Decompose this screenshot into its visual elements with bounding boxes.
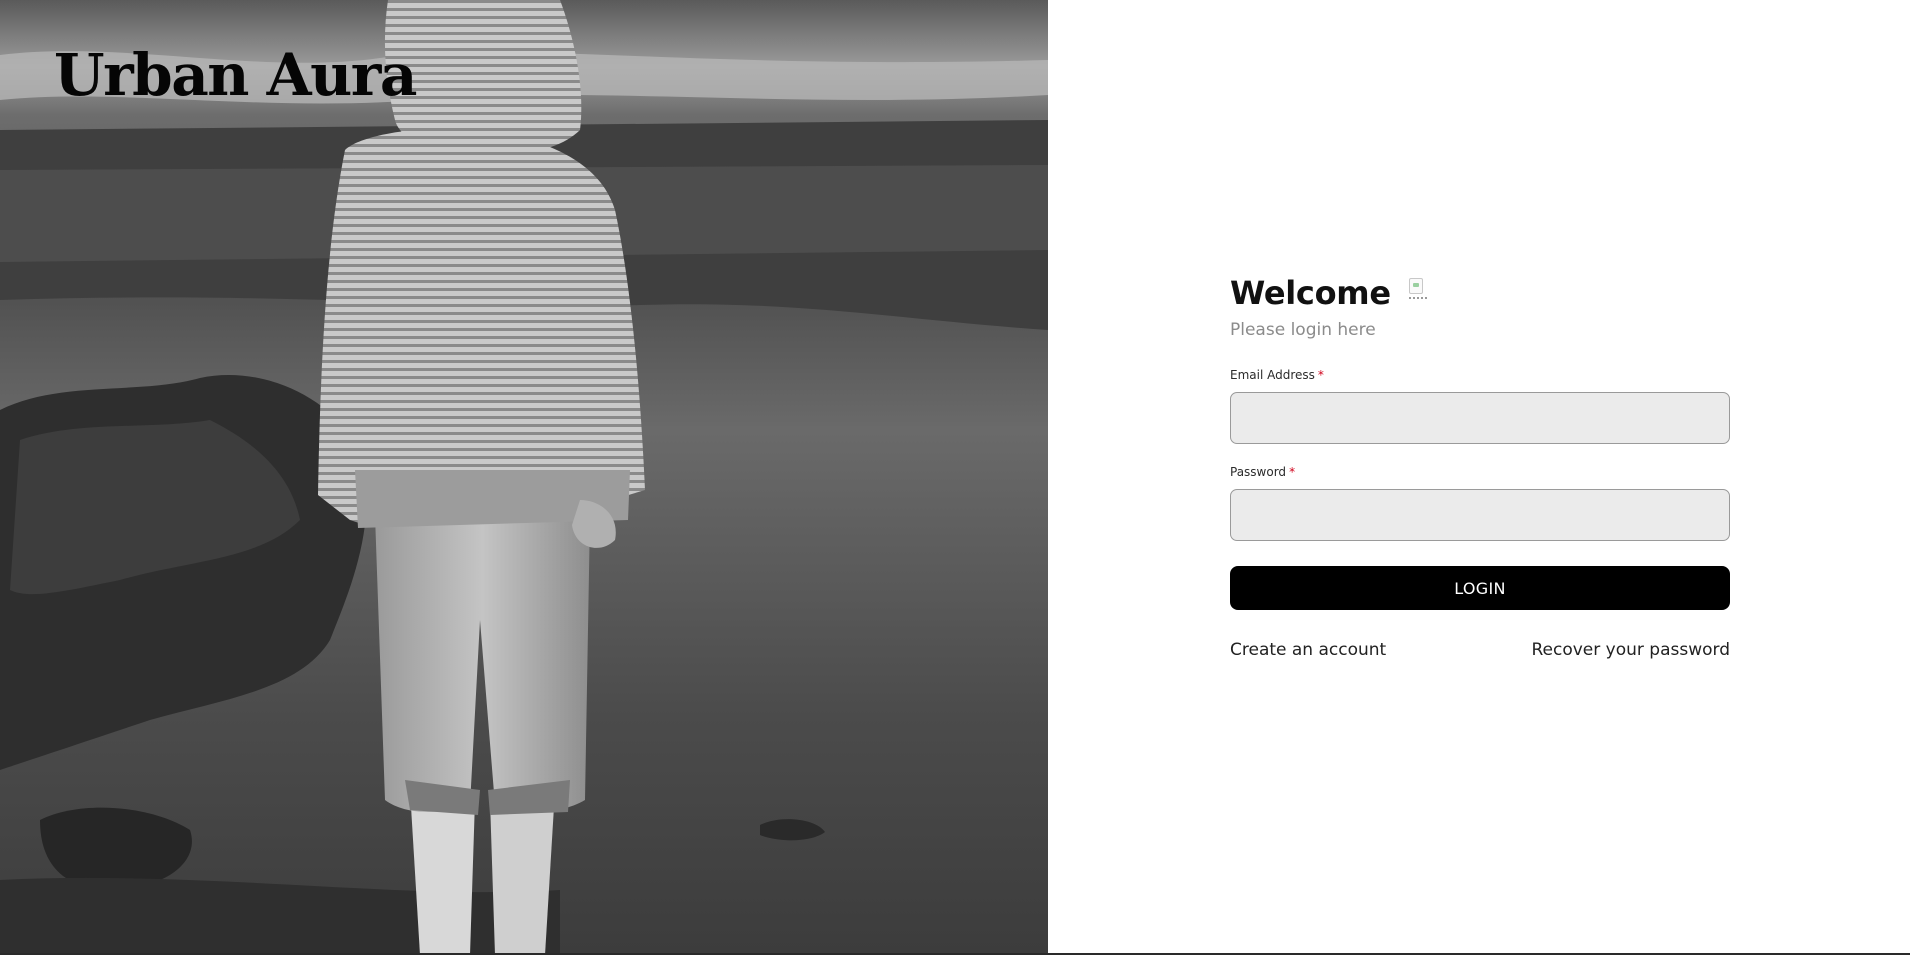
hero-image bbox=[0, 0, 1048, 955]
password-label-text: Password bbox=[1230, 465, 1287, 479]
hero-panel: Urban Aura bbox=[0, 0, 1048, 955]
password-field[interactable] bbox=[1230, 489, 1730, 541]
email-label: Email Address * bbox=[1230, 368, 1730, 382]
broken-image-icon bbox=[1407, 275, 1431, 307]
email-field[interactable] bbox=[1230, 392, 1730, 444]
password-label: Password * bbox=[1230, 465, 1730, 479]
login-panel: Welcome Please login here Email Address *… bbox=[1048, 0, 1910, 955]
email-required-mark: * bbox=[1317, 368, 1324, 382]
email-label-text: Email Address bbox=[1230, 368, 1315, 382]
login-subtitle: Please login here bbox=[1230, 320, 1376, 340]
account-links: Create an account Recover your password bbox=[1230, 640, 1730, 660]
recover-password-link[interactable]: Recover your password bbox=[1531, 640, 1730, 660]
welcome-row: Welcome bbox=[1230, 276, 1730, 310]
login-button[interactable]: LOGIN bbox=[1230, 566, 1730, 610]
welcome-heading: Welcome bbox=[1230, 274, 1391, 312]
brand-logo: Urban Aura bbox=[54, 41, 417, 109]
login-form: Welcome Please login here Email Address *… bbox=[1230, 276, 1730, 660]
create-account-link[interactable]: Create an account bbox=[1230, 640, 1386, 660]
password-required-mark: * bbox=[1289, 465, 1296, 479]
